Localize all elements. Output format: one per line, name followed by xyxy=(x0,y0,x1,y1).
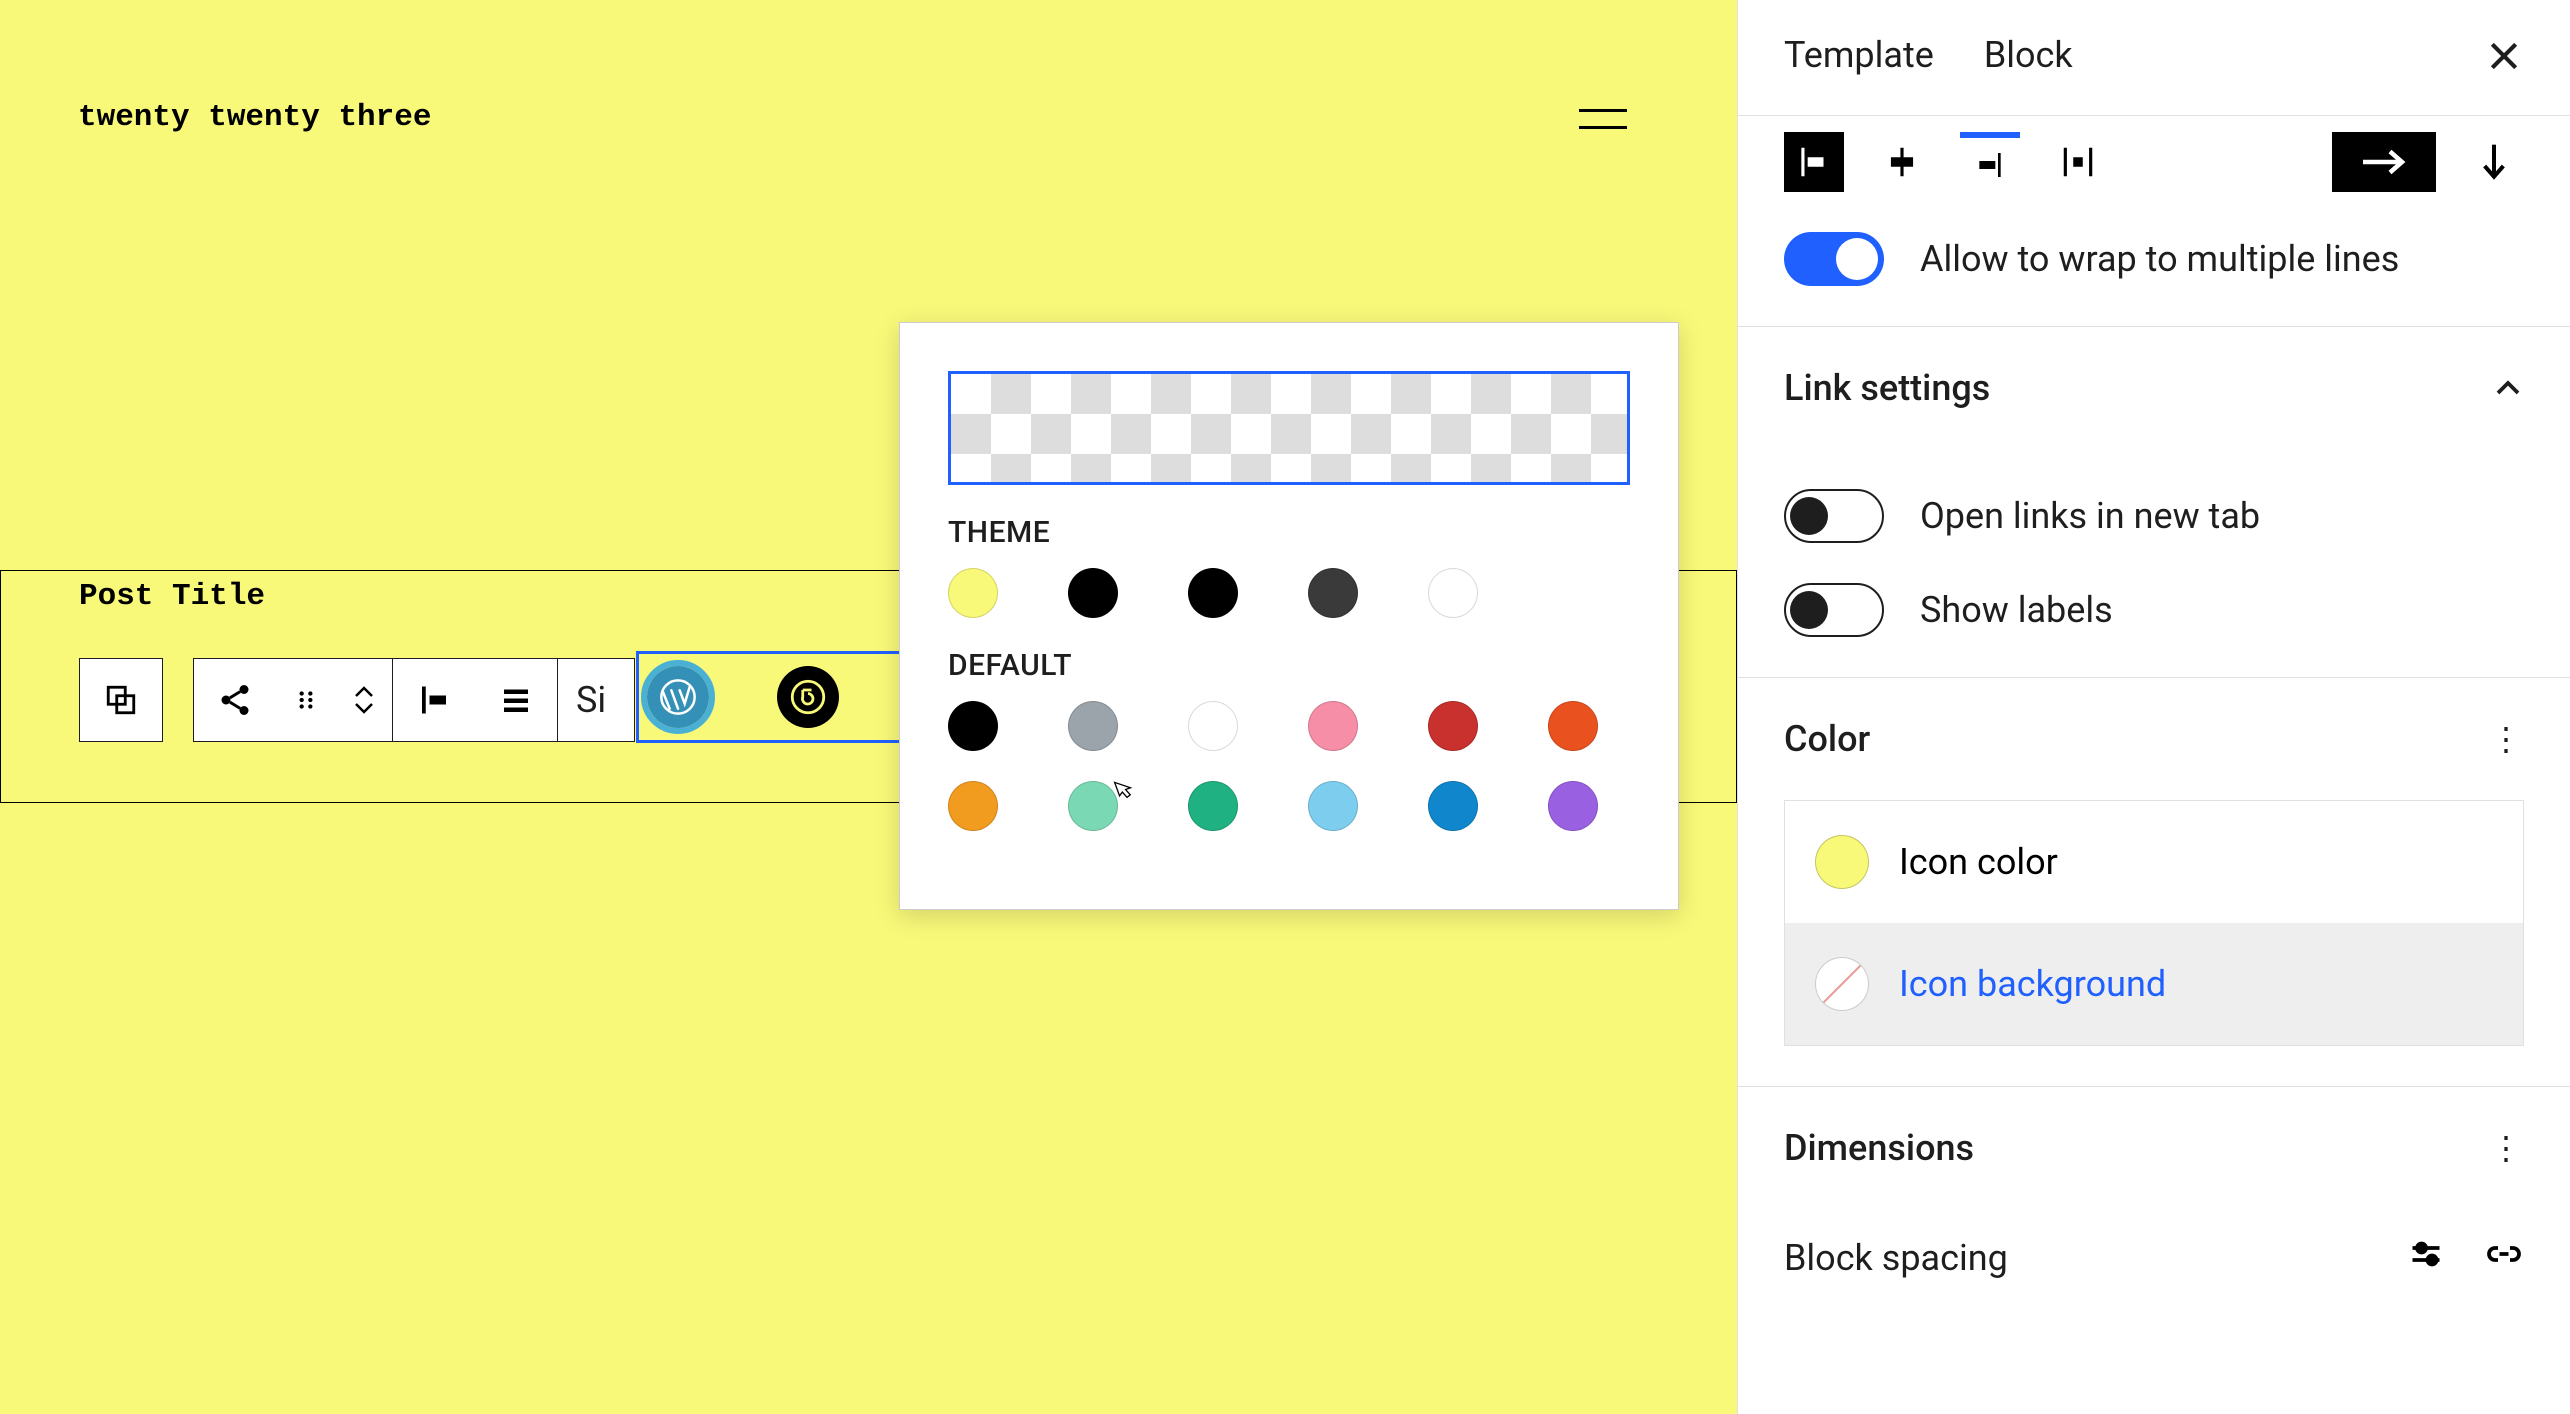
icon-color-row[interactable]: Icon color xyxy=(1785,801,2523,923)
color-picker-popover: THEME DEFAULT xyxy=(899,322,1679,910)
tab-block[interactable]: Block xyxy=(1984,34,2073,82)
custom-color-input[interactable] xyxy=(948,371,1630,485)
wrap-toggle[interactable] xyxy=(1784,232,1884,286)
block-spacing-label: Block spacing xyxy=(1784,1209,2008,1279)
align-button[interactable] xyxy=(475,659,557,741)
open-new-tab-label: Open links in new tab xyxy=(1920,495,2260,537)
color-swatch[interactable] xyxy=(1428,781,1478,831)
block-type-button[interactable] xyxy=(194,659,276,741)
justify-space-between-button[interactable] xyxy=(2048,132,2108,192)
color-swatch[interactable] xyxy=(1188,568,1238,618)
dimensions-title: Dimensions xyxy=(1784,1127,1974,1169)
justify-right-button[interactable] xyxy=(1960,132,2020,192)
color-swatch[interactable] xyxy=(1068,781,1118,831)
color-swatch[interactable] xyxy=(1428,701,1478,751)
close-settings-button[interactable] xyxy=(2484,36,2524,80)
color-swatch[interactable] xyxy=(1548,701,1598,751)
dimensions-options-button[interactable]: ⋮ xyxy=(2490,1129,2524,1167)
chevron-up-icon[interactable] xyxy=(2492,378,2524,398)
social-icon-500px[interactable] xyxy=(777,666,839,728)
site-title[interactable]: twenty twenty three xyxy=(78,100,431,135)
default-palette-label: DEFAULT xyxy=(948,648,1630,683)
color-swatch[interactable] xyxy=(1068,701,1118,751)
icon-background-row[interactable]: Icon background xyxy=(1785,923,2523,1045)
icon-color-label: Icon color xyxy=(1899,841,2058,883)
icon-color-swatch xyxy=(1815,835,1869,889)
color-swatch[interactable] xyxy=(1428,568,1478,618)
toolbar-size-label[interactable]: Si xyxy=(558,679,634,721)
color-swatch[interactable] xyxy=(1188,781,1238,831)
orientation-horizontal-button[interactable] xyxy=(2332,132,2436,192)
color-swatch[interactable] xyxy=(948,781,998,831)
color-options-button[interactable]: ⋮ xyxy=(2490,720,2524,758)
color-swatch[interactable] xyxy=(1188,701,1238,751)
link-settings-title: Link settings xyxy=(1784,367,1990,409)
icon-background-swatch xyxy=(1815,957,1869,1011)
social-icon-wordpress[interactable] xyxy=(647,666,709,728)
show-labels-toggle[interactable] xyxy=(1784,583,1884,637)
color-swatch[interactable] xyxy=(1308,701,1358,751)
wrap-label: Allow to wrap to multiple lines xyxy=(1920,238,2399,280)
open-new-tab-toggle[interactable] xyxy=(1784,489,1884,543)
theme-palette-label: THEME xyxy=(948,515,1630,550)
parent-selector-button[interactable] xyxy=(79,658,163,742)
settings-slider-icon[interactable] xyxy=(2408,1236,2444,1272)
tab-template[interactable]: Template xyxy=(1784,34,1934,82)
color-swatch[interactable] xyxy=(948,568,998,618)
justify-left-button[interactable] xyxy=(1784,132,1844,192)
show-labels-label: Show labels xyxy=(1920,589,2113,631)
settings-tabs: Template Block xyxy=(1738,0,2570,116)
block-toolbar: Si xyxy=(193,658,635,742)
justify-button[interactable] xyxy=(393,659,475,741)
move-down-button[interactable] xyxy=(336,700,392,716)
color-swatch[interactable] xyxy=(1548,781,1598,831)
menu-icon[interactable] xyxy=(1579,95,1627,143)
color-swatch[interactable] xyxy=(948,701,998,751)
link-icon[interactable] xyxy=(2484,1236,2524,1272)
orientation-vertical-button[interactable] xyxy=(2464,132,2524,192)
color-section-title: Color xyxy=(1784,718,1870,760)
drag-handle[interactable] xyxy=(276,659,336,741)
justify-center-button[interactable] xyxy=(1872,132,1932,192)
icon-background-label: Icon background xyxy=(1899,963,2166,1005)
move-up-button[interactable] xyxy=(336,684,392,700)
color-swatch[interactable] xyxy=(1308,781,1358,831)
justification-controls xyxy=(1784,116,2524,192)
color-swatch[interactable] xyxy=(1308,568,1358,618)
color-swatch[interactable] xyxy=(1068,568,1118,618)
